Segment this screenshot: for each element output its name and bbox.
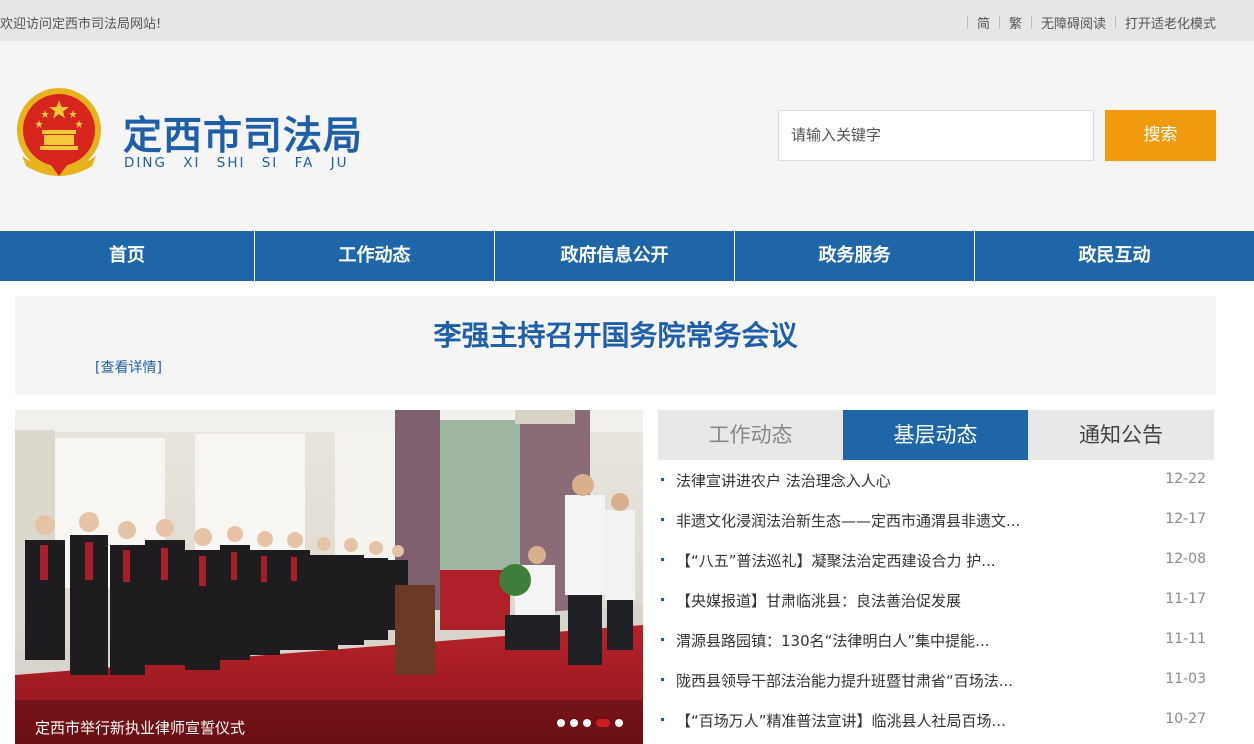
- news-title[interactable]: 非遗文化浸润法治新生态——定西市通渭县非遗文...: [676, 510, 1076, 531]
- news-title[interactable]: 【央媒报道】甘肃临洮县：良法善治促发展: [676, 590, 1076, 611]
- list-item[interactable]: 陇西县领导干部法治能力提升班暨甘肃省“百场法... 11-03: [658, 660, 1214, 700]
- list-item[interactable]: 法律宣讲进农户 法治理念入人心 12-22: [658, 460, 1214, 500]
- slider-dots: [557, 719, 623, 727]
- simplified-chinese-link[interactable]: 简: [968, 13, 999, 32]
- tab-grassroots-news[interactable]: 基层动态: [843, 410, 1028, 460]
- slider-dot[interactable]: [570, 719, 578, 727]
- news-title[interactable]: 法律宣讲进农户 法治理念入人心: [676, 470, 1076, 491]
- news-title[interactable]: 【“百场万人”精准普法宣讲】临洮县人社局百场...: [676, 710, 1076, 731]
- bullet-icon: [661, 558, 664, 561]
- bullet-icon: [661, 718, 664, 721]
- site-pinyin: DING XI SHI SI FA JU: [124, 155, 349, 171]
- bullet-icon: [661, 598, 664, 601]
- news-title[interactable]: 陇西县领导干部法治能力提升班暨甘肃省“百场法...: [676, 670, 1076, 691]
- list-item[interactable]: 非遗文化浸润法治新生态——定西市通渭县非遗文... 12-17: [658, 500, 1214, 540]
- nav-item-interaction[interactable]: 政民互动: [975, 231, 1254, 281]
- traditional-chinese-link[interactable]: 繁: [1000, 13, 1031, 32]
- bullet-icon: [661, 678, 664, 681]
- site-title: 定西市司法局: [123, 114, 364, 159]
- list-item[interactable]: 渭源县路园镇：130名“法律明白人”集中提能... 11-11: [658, 620, 1214, 660]
- list-item[interactable]: 【“百场万人”精准普法宣讲】临洮县人社局百场... 10-27: [658, 700, 1214, 740]
- nav-item-work-news[interactable]: 工作动态: [255, 231, 495, 281]
- news-date: 11-03: [1165, 671, 1206, 687]
- news-date: 11-17: [1165, 591, 1206, 607]
- welcome-text: 欢迎访问定西市司法局网站!: [0, 17, 162, 32]
- tab-notices[interactable]: 通知公告: [1028, 410, 1214, 460]
- elderly-mode-link[interactable]: 打开适老化模式: [1116, 13, 1216, 32]
- news-date: 10-27: [1165, 711, 1206, 727]
- news-title[interactable]: 【“八五”普法巡礼】凝聚法治定西建设合力 护...: [676, 550, 1076, 571]
- photo-slider[interactable]: 定西市举行新执业律师宣誓仪式: [15, 410, 643, 744]
- bullet-icon: [661, 638, 664, 641]
- nav-item-gov-info[interactable]: 政府信息公开: [495, 231, 735, 281]
- top-links: 简 繁 无障碍阅读 打开适老化模式: [966, 13, 1216, 32]
- headline-detail-link[interactable]: [查看详情]: [95, 357, 162, 377]
- top-bar: 欢迎访问定西市司法局网站! 简 繁 无障碍阅读 打开适老化模式: [0, 0, 1254, 41]
- national-emblem-icon: [17, 88, 101, 176]
- bullet-icon: [661, 518, 664, 521]
- site-header: 定西市司法局 DING XI SHI SI FA JU 请输入关键字 搜索: [0, 41, 1254, 231]
- search-input[interactable]: 请输入关键字: [778, 110, 1094, 161]
- news-date: 12-08: [1165, 551, 1206, 567]
- slide-photo: [15, 410, 643, 744]
- search-button[interactable]: 搜索: [1105, 110, 1216, 161]
- headline-title[interactable]: 李强主持召开国务院常务会议: [15, 314, 1216, 354]
- slide-caption[interactable]: 定西市举行新执业律师宣誓仪式: [35, 717, 245, 738]
- slider-dot[interactable]: [615, 719, 623, 727]
- nav-item-home[interactable]: 首页: [0, 231, 255, 281]
- news-title[interactable]: 渭源县路园镇：130名“法律明白人”集中提能...: [676, 630, 1076, 651]
- news-date: 12-22: [1165, 471, 1206, 487]
- list-item[interactable]: 【央媒报道】甘肃临洮县：良法善治促发展 11-17: [658, 580, 1214, 620]
- accessibility-link[interactable]: 无障碍阅读: [1032, 13, 1115, 32]
- slider-dot-active[interactable]: [596, 719, 610, 727]
- list-item[interactable]: 【“八五”普法巡礼】凝聚法治定西建设合力 护... 12-08: [658, 540, 1214, 580]
- news-list: 法律宣讲进农户 法治理念入人心 12-22 非遗文化浸润法治新生态——定西市通渭…: [658, 460, 1214, 740]
- nav-item-gov-service[interactable]: 政务服务: [735, 231, 975, 281]
- headline-banner: 李强主持召开国务院常务会议 [查看详情]: [15, 296, 1216, 395]
- slider-dot[interactable]: [583, 719, 591, 727]
- slider-dot[interactable]: [557, 719, 565, 727]
- bullet-icon: [661, 478, 664, 481]
- main-nav: 首页 工作动态 政府信息公开 政务服务 政民互动: [0, 231, 1254, 281]
- news-tabs: 工作动态 基层动态 通知公告: [658, 410, 1214, 460]
- tab-work-news[interactable]: 工作动态: [658, 410, 843, 460]
- news-date: 12-17: [1165, 511, 1206, 527]
- news-date: 11-11: [1165, 631, 1206, 647]
